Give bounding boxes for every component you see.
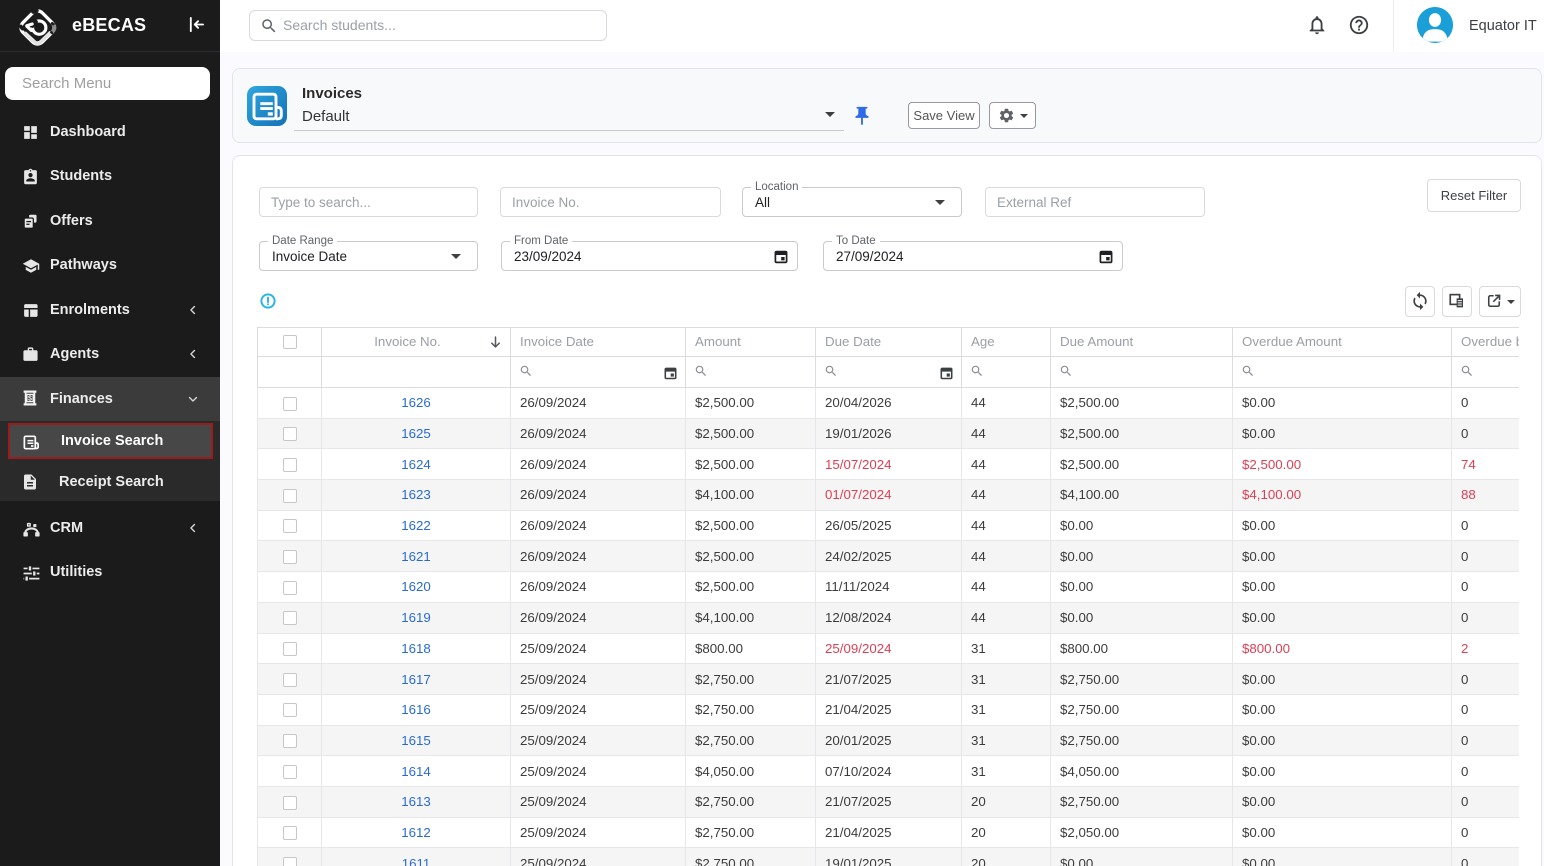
svg-text:$: $ (28, 394, 32, 402)
